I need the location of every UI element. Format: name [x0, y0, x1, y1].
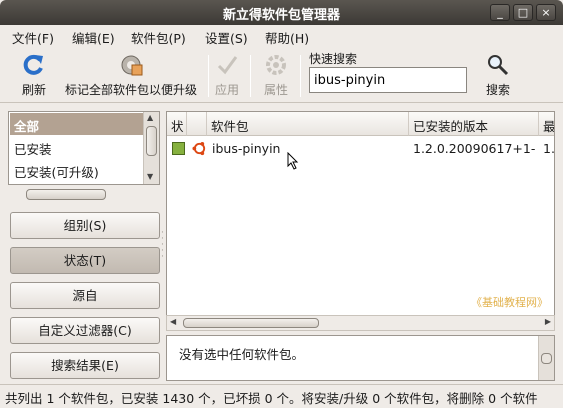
apply-button[interactable]: 应用	[212, 53, 242, 101]
refresh-button[interactable]: 刷新	[16, 53, 52, 101]
installed-version: 1.2.0.20090617+1-	[413, 141, 536, 156]
latest-version: 1.	[543, 141, 555, 156]
filter-list: 全部 已安装 已安装(可升级) ▲ ▼	[8, 111, 160, 185]
close-button[interactable]: ×	[536, 4, 556, 21]
minimize-button[interactable]: _	[490, 4, 510, 21]
status-button[interactable]: 状态(T)	[10, 247, 160, 274]
menu-file[interactable]: 文件(F)	[12, 28, 54, 47]
column-header-package[interactable]: 软件包	[207, 112, 409, 136]
filter-item-upgradable[interactable]: 已安装(可升级)	[10, 159, 144, 181]
scroll-up-icon[interactable]: ▲	[147, 113, 153, 122]
gear-icon	[266, 55, 286, 75]
custom-filters-button[interactable]: 自定义过滤器(C)	[10, 317, 160, 344]
description-scrollbar[interactable]	[538, 336, 554, 380]
description-text: 没有选中任何软件包。	[179, 347, 305, 362]
search-icon	[488, 55, 509, 76]
toolbar: 刷新 标记全部软件包以便升级 应用 属性 搜索	[0, 47, 563, 103]
menu-package[interactable]: 软件包(P)	[131, 28, 186, 47]
column-header-support[interactable]	[187, 112, 207, 136]
toolbar-separator	[300, 55, 301, 97]
mark-all-upgrades-button[interactable]: 标记全部软件包以便升级	[58, 53, 204, 101]
table-hscrollbar[interactable]: ◀ ▶	[166, 315, 555, 331]
scrollbar-thumb[interactable]	[26, 189, 106, 200]
quick-search-label: 快速搜索	[309, 52, 358, 66]
package-name: ibus-pinyin	[212, 141, 281, 156]
mark-all-upgrades-label: 标记全部软件包以便升级	[64, 83, 197, 97]
description-panel: 没有选中任何软件包。	[166, 335, 555, 381]
upgrade-package-icon	[121, 55, 143, 76]
column-header-installed-version[interactable]: 已安装的版本	[409, 112, 539, 136]
status-bar: 共列出 1 个软件包，已安装 1430 个，已坏损 0 个。将安装/升级 0 个…	[0, 384, 563, 408]
pane-resize-handle[interactable]: · · · · ·	[161, 229, 165, 270]
check-icon	[217, 56, 238, 75]
menu-settings[interactable]: 设置(S)	[205, 28, 248, 47]
window-title: 新立得软件包管理器	[222, 8, 340, 23]
status-installed-icon[interactable]	[172, 142, 185, 155]
quick-search-input[interactable]	[309, 67, 467, 93]
properties-button[interactable]: 属性	[261, 53, 291, 101]
search-label: 搜索	[485, 83, 510, 97]
scroll-left-icon[interactable]: ◀	[170, 317, 176, 326]
filter-item-installed[interactable]: 已安装	[10, 136, 144, 158]
filter-item-all[interactable]: 全部	[10, 113, 144, 135]
filter-list-hscrollbar[interactable]	[8, 187, 160, 203]
scroll-right-icon[interactable]: ▶	[545, 317, 551, 326]
search-button[interactable]: 搜索	[482, 53, 514, 101]
refresh-label: 刷新	[21, 83, 46, 97]
package-table: 状 软件包 已安装的版本 最 ibus-pinyin 1.2.0.2009061…	[166, 111, 555, 331]
apply-label: 应用	[214, 83, 239, 97]
origin-button[interactable]: 源自	[10, 282, 160, 309]
column-header-status[interactable]: 状	[167, 112, 187, 136]
scroll-down-icon[interactable]: ▼	[147, 172, 153, 181]
title-bar: 新立得软件包管理器 _ □ ×	[0, 0, 563, 25]
toolbar-separator	[208, 55, 209, 97]
watermark: 《基础教程网》	[471, 296, 548, 309]
scrollbar-thumb[interactable]	[146, 126, 157, 156]
properties-label: 属性	[263, 83, 288, 97]
scrollbar-thumb[interactable]	[183, 318, 319, 328]
column-header-latest-version[interactable]: 最	[539, 112, 554, 136]
maximize-button[interactable]: □	[513, 4, 533, 21]
groups-button[interactable]: 组别(S)	[10, 212, 160, 239]
search-results-button[interactable]: 搜索结果(E)	[10, 352, 160, 379]
menu-help[interactable]: 帮助(H)	[265, 28, 309, 47]
menu-edit[interactable]: 编辑(E)	[72, 28, 115, 47]
scrollbar-thumb[interactable]	[541, 353, 552, 364]
filter-list-scrollbar[interactable]: ▲ ▼	[143, 112, 159, 184]
mouse-cursor-icon	[287, 152, 299, 170]
menu-bar: 文件(F) 编辑(E) 软件包(P) 设置(S) 帮助(H)	[0, 25, 563, 47]
ubuntu-logo-icon	[192, 141, 206, 156]
toolbar-separator	[250, 55, 251, 97]
refresh-icon	[23, 54, 43, 75]
